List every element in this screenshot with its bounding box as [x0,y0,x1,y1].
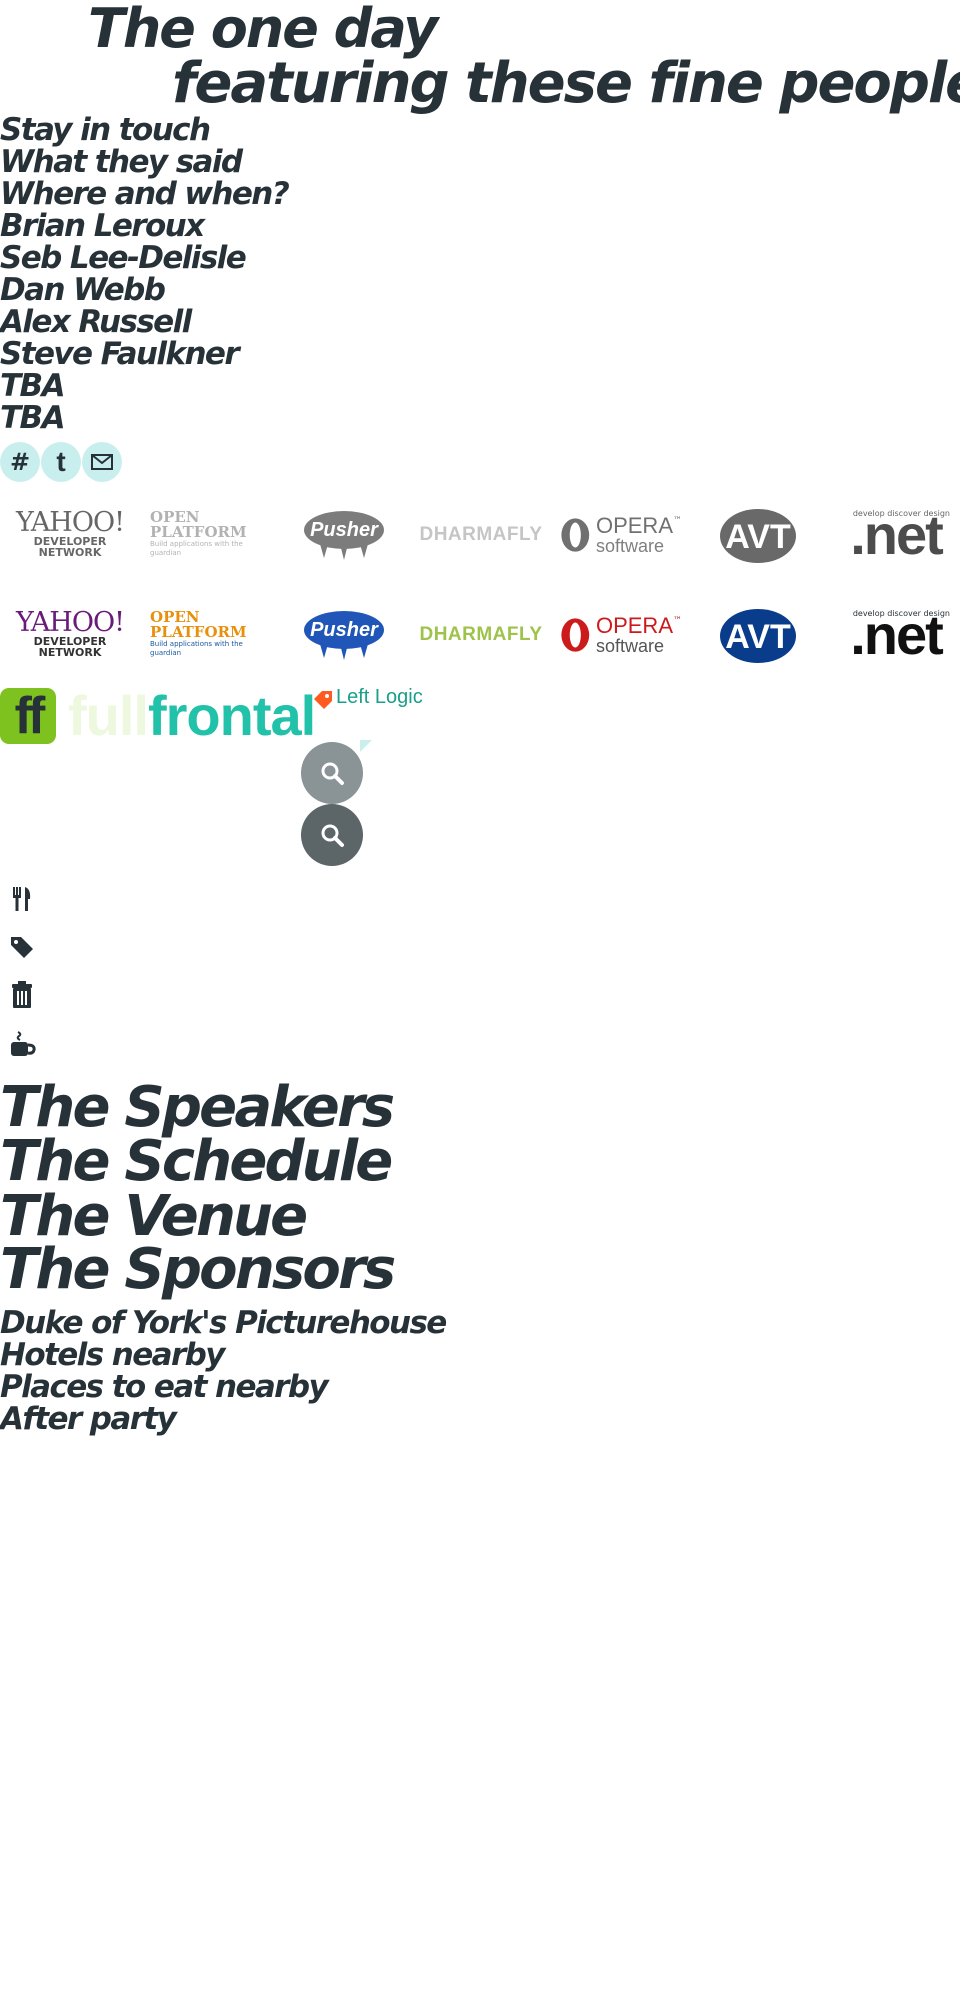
search-icon [321,762,344,785]
opera-logo[interactable]: OPERA™ software [560,508,682,562]
avt-word: AVT [725,618,791,656]
twitter-glyph: t [56,446,66,477]
tag-icon [8,932,36,962]
opera-word: OPERA [595,512,673,538]
venue-item-places-to-eat[interactable]: Places to eat nearby [0,1371,446,1403]
avt-word: AVT [725,518,791,556]
yahoo-logo-colour[interactable]: YAHOO! DEVELOPER NETWORK [14,608,126,658]
net-magazine-logo[interactable]: develop discover design .net [838,506,954,564]
dharmafly-logo[interactable]: DHARMAFLY [419,520,542,550]
venue-item-hotels[interactable]: Hotels nearby [0,1339,446,1371]
nav-item-steve-faulkner[interactable]: Steve Faulkner [0,338,288,370]
hero-title: The one day [88,0,438,60]
search-button-light[interactable] [301,742,363,804]
sponsor-logos-grey: YAHOO! DEVELOPER NETWORK OPEN PLATFORM B… [0,502,960,572]
corner-triangle-icon [360,740,372,752]
pusher-word: Pusher [310,619,379,641]
dharmafly-logo-colour[interactable]: DHARMAFLY [419,620,542,650]
open-tagline: Build applications with the guardian [150,640,243,657]
net-tagline: develop discover design [852,609,950,618]
coffee-cup-icon [8,1030,36,1060]
avt-logo-colour[interactable]: AVT [718,608,798,664]
opera-tm: ™ [673,515,682,526]
yahoo-sub2: NETWORK [38,645,102,659]
yahoo-sub1: DEVELOPER [33,534,107,548]
pusher-logo-colour[interactable]: Pusher [302,610,386,666]
yahoo-sub2: NETWORK [38,545,102,559]
heading-schedule[interactable]: The Schedule [0,1134,393,1190]
heading-speakers[interactable]: The Speakers [0,1080,395,1136]
cutlery-icon [8,884,36,914]
pusher-logo[interactable]: Pusher [302,510,386,566]
hero-subtitle: featuring these fine people [172,51,960,116]
search-icon [321,824,344,847]
venue-list: Duke of York's Picturehouse Hotels nearb… [0,1307,447,1435]
full-word: full [68,684,149,747]
opera-sub: software [595,535,664,556]
opera-tm: ™ [673,615,682,626]
opera-sub: software [595,635,664,656]
leftlogic-tag-icon [314,690,332,709]
hashtag-icon[interactable]: # [0,442,40,482]
ff-badge: ff [0,688,56,744]
twitter-icon[interactable]: t [41,442,81,482]
nav-item-dan-webb[interactable]: Dan Webb [0,274,288,306]
heading-sponsors[interactable]: The Sponsors [0,1242,396,1298]
bin-icon [8,980,36,1010]
open-platform-logo[interactable]: OPEN PLATFORM Build applications with th… [150,510,268,558]
yahoo-word: YAHOO! [16,606,125,638]
nav-item-where-and-when[interactable]: Where and when? [0,178,290,210]
yahoo-word: YAHOO! [16,506,125,538]
nav-item-what-they-said[interactable]: What they said [0,146,288,178]
yahoo-logo[interactable]: YAHOO! DEVELOPER NETWORK [14,508,126,558]
net-magazine-logo-colour[interactable]: develop discover design .net [838,606,954,664]
nav-item-stay-in-touch[interactable]: Stay in touch [0,114,288,146]
leftlogic-word: Left Logic [336,686,423,708]
open-word-2: PLATFORM [150,523,247,541]
venue-item-after-party[interactable]: After party [0,1403,446,1435]
leftlogic-logo[interactable]: Left Logic [312,686,423,709]
fullfrontal-logo: ff full frontal [0,684,316,747]
open-word-2: PLATFORM [150,623,247,641]
nav-item-alex-russell[interactable]: Alex Russell [0,306,288,338]
search-button-dark[interactable] [301,804,363,866]
opera-o-icon [561,518,590,552]
opera-word: OPERA [595,612,673,638]
pusher-word: Pusher [310,519,379,541]
mail-icon[interactable] [82,442,122,482]
hashtag-glyph: # [9,448,31,476]
venue-item-picturehouse[interactable]: Duke of York's Picturehouse [0,1307,447,1339]
open-platform-logo-colour[interactable]: OPEN PLATFORM Build applications with th… [150,610,268,658]
mail-glyph [91,454,113,470]
nav-item-brian-leroux[interactable]: Brian Leroux [0,210,288,242]
nav-item-tba-2[interactable]: TBA [0,402,288,434]
sponsor-logos-colour: YAHOO! DEVELOPER NETWORK OPEN PLATFORM B… [0,602,960,672]
yahoo-sub1: DEVELOPER [33,634,107,648]
opera-logo-colour[interactable]: OPERA™ software [560,608,682,662]
avt-logo[interactable]: AVT [718,508,798,564]
open-tagline: Build applications with the guardian [150,540,243,557]
opera-o-icon [561,618,590,652]
nav-list: Stay in touch What they said Where and w… [0,114,290,434]
nav-item-seb-lee-delisle[interactable]: Seb Lee-Delisle [0,242,288,274]
frontal-word: frontal [147,684,316,747]
net-tagline: develop discover design [852,509,950,518]
social-links: # t [0,442,123,482]
nav-item-tba-1[interactable]: TBA [0,370,288,402]
